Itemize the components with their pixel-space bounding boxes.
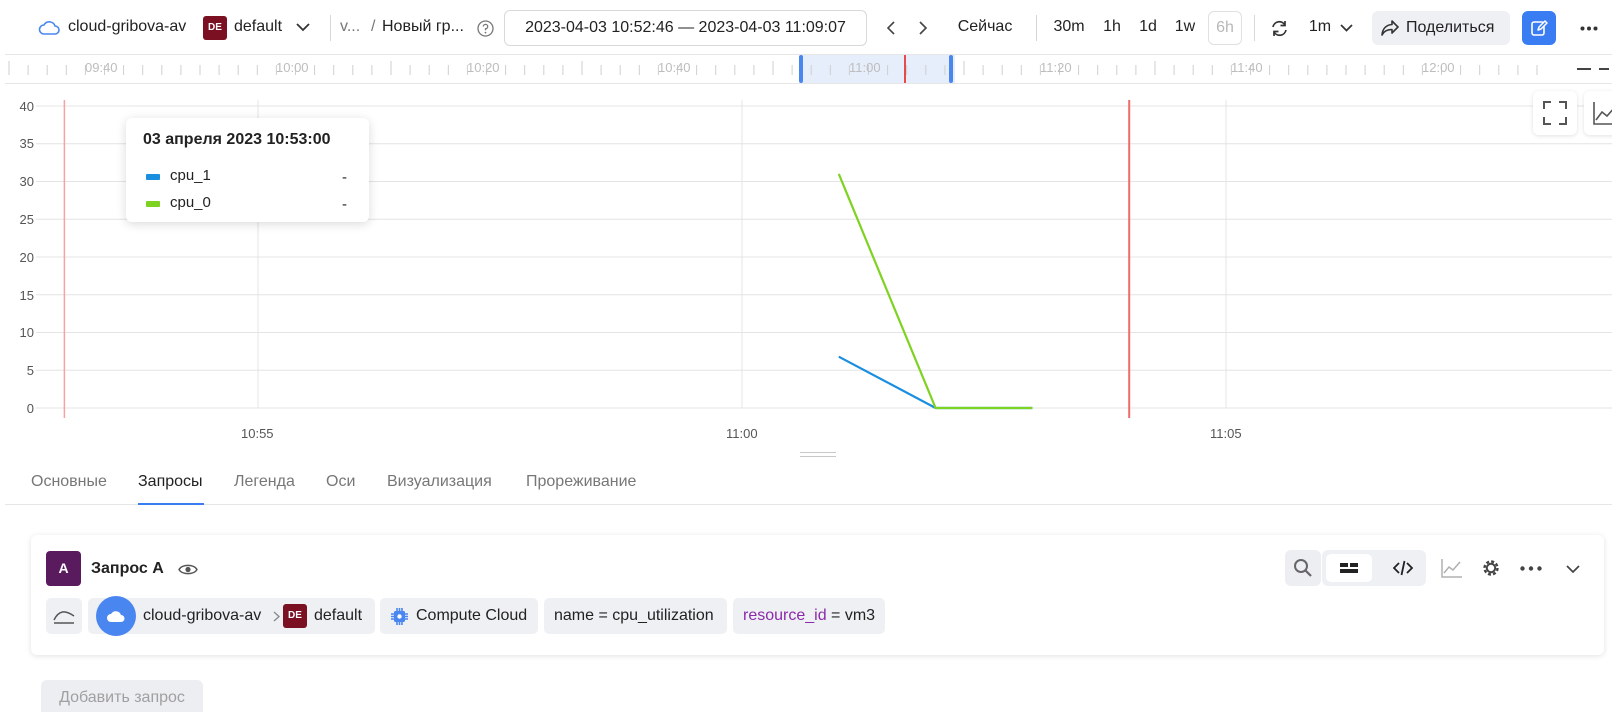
- chevron-down-icon[interactable]: [1566, 565, 1580, 573]
- blocks-icon: [1340, 563, 1358, 573]
- chart-tooltip: 03 апреля 2023 10:53:00 cpu_1 - cpu_0 -: [126, 118, 369, 222]
- tooltip-series-name: cpu_1: [170, 167, 211, 184]
- tab-downsampling[interactable]: Прореживание: [526, 473, 636, 491]
- more-icon[interactable]: [1520, 566, 1542, 571]
- tab-legend[interactable]: Легенда: [234, 473, 295, 491]
- y-tick-label: 5: [26, 363, 34, 378]
- downsampling-toggle[interactable]: [46, 598, 82, 634]
- chevron-right-icon: [273, 611, 280, 622]
- fullscreen-button[interactable]: [1533, 91, 1577, 135]
- folder-chip[interactable]: cloud-gribova-av DE default: [88, 596, 375, 636]
- y-tick-label: 0: [26, 401, 34, 416]
- tab-main[interactable]: Основные: [31, 473, 107, 491]
- tooltip-series-name: cpu_0: [170, 194, 211, 211]
- filter-chip-name[interactable]: name = cpu_utilization: [544, 598, 727, 634]
- line-chart-icon: [1593, 102, 1612, 125]
- y-tick-label: 25: [19, 212, 34, 227]
- query-title: Запрос A: [91, 560, 164, 577]
- folder-name: cloud-gribova-av: [143, 607, 262, 624]
- visual-mode-button[interactable]: [1326, 554, 1372, 582]
- tab-queries[interactable]: Запросы: [138, 473, 203, 491]
- x-tick-label: 11:05: [1210, 426, 1242, 441]
- tab-visualization[interactable]: Визуализация: [387, 473, 492, 491]
- active-tab-indicator: [138, 503, 204, 505]
- cloud-icon: [107, 611, 125, 622]
- filter-value: = vm3: [826, 607, 876, 624]
- filter-key: resource_id: [743, 607, 827, 624]
- x-tick-label: 10:55: [241, 426, 274, 441]
- legend-swatch-cpu-1: [146, 174, 160, 180]
- fullscreen-icon: [1543, 101, 1567, 125]
- smooth-line-icon: [53, 611, 75, 624]
- y-tick-label: 15: [19, 288, 34, 303]
- code-icon[interactable]: [1393, 560, 1413, 576]
- y-tick-label: 30: [19, 174, 34, 189]
- x-tick-label: 11:00: [726, 426, 758, 441]
- workspace-badge: DE: [283, 604, 307, 628]
- tab-axes[interactable]: Оси: [326, 473, 355, 491]
- search-icon: [1294, 559, 1312, 577]
- y-tick-label: 20: [19, 250, 34, 265]
- filter-chip-resource[interactable]: resource_id = vm3: [733, 598, 885, 634]
- workspace-name: default: [314, 607, 363, 624]
- gear-icon[interactable]: [1480, 557, 1502, 579]
- search-button[interactable]: [1285, 550, 1321, 586]
- series-line-cpu-1: [838, 355, 1033, 410]
- cloud-avatar: [96, 596, 136, 636]
- chart-plot[interactable]: [0, 0, 1612, 454]
- service-chip[interactable]: Compute Cloud: [380, 598, 538, 634]
- chip-processor-icon: [391, 608, 408, 625]
- chart-type-button[interactable]: [1584, 91, 1612, 135]
- add-query-button[interactable]: Добавить запрос: [41, 680, 203, 712]
- query-letter-badge: A: [46, 551, 81, 586]
- y-tick-label: 10: [19, 325, 34, 340]
- tooltip-series-value: -: [342, 169, 347, 186]
- service-name: Compute Cloud: [416, 607, 528, 624]
- eye-icon[interactable]: [178, 563, 198, 576]
- tooltip-title: 03 апреля 2023 10:53:00: [143, 131, 331, 148]
- legend-swatch-cpu-0: [146, 201, 160, 207]
- y-tick-label: 40: [19, 99, 34, 114]
- y-tick-label: 35: [19, 136, 34, 151]
- tooltip-series-value: -: [342, 196, 347, 213]
- chart-icon[interactable]: [1441, 558, 1463, 578]
- settings-tabs: Основные Запросы Легенда Оси Визуализаци…: [5, 455, 1612, 505]
